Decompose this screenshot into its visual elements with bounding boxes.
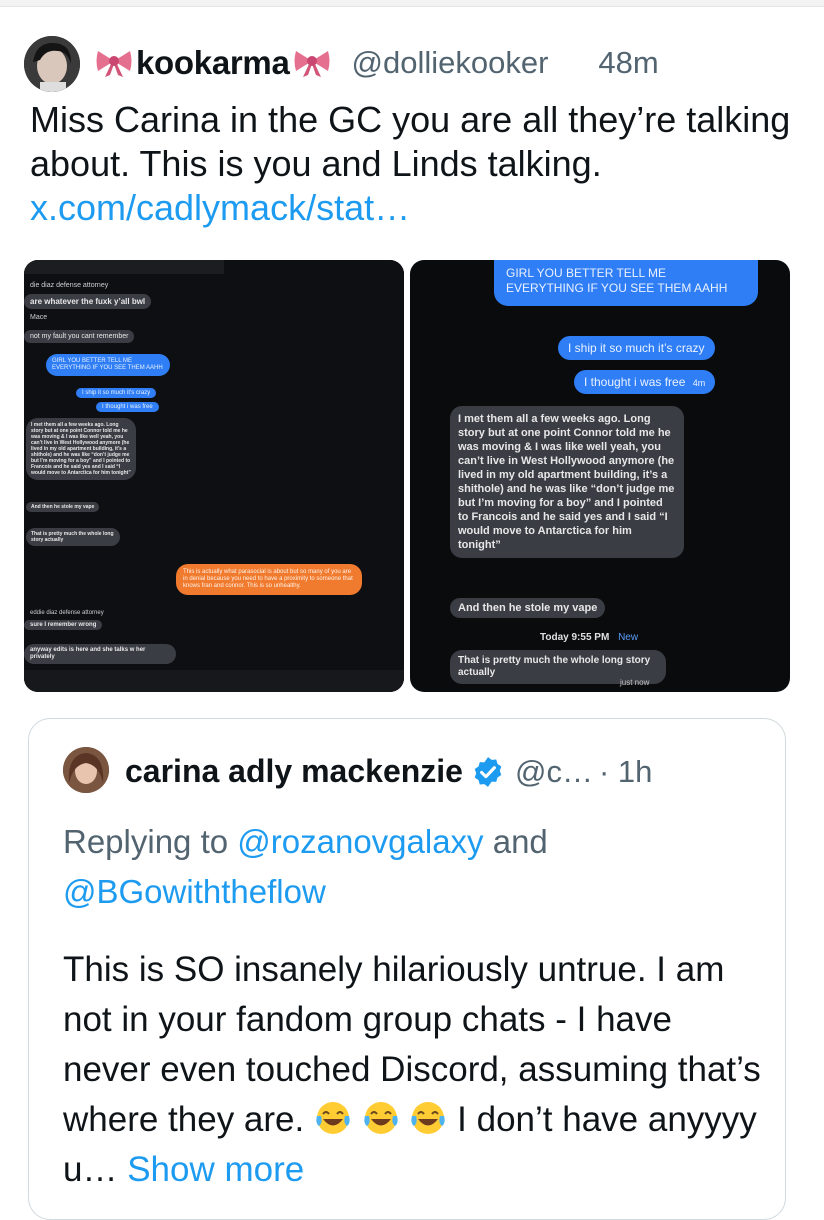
quoted-tweet[interactable]: carina adly mackenzie @c… · 1h Replying … bbox=[28, 718, 786, 1220]
chat-time-divider: Today 9:55 PM New bbox=[540, 632, 638, 643]
chat-gray-bubble-long: I met them all a few weeks ago. Long sto… bbox=[450, 406, 684, 558]
chat-just-now: just now bbox=[620, 678, 650, 687]
chat-line-3: not my fault you cant remember bbox=[24, 330, 135, 343]
divider-time: Today 9:55 PM bbox=[540, 632, 610, 643]
media-image-right[interactable]: GIRL YOU BETTER TELL ME EVERYTHING IF YO… bbox=[410, 260, 790, 692]
ribbon-bow-icon bbox=[94, 48, 134, 78]
replying-prefix: Replying to bbox=[63, 823, 238, 860]
chat-footer-2: sure I remember wrong bbox=[24, 620, 103, 630]
chat-blue-bubble-ship: I ship it so much it’s crazy bbox=[558, 336, 715, 360]
chat-gray-bubble-3: That is pretty much the whole long story… bbox=[26, 528, 120, 546]
ship-text: I ship it so much it’s crazy bbox=[568, 341, 705, 355]
free-time: 4m bbox=[692, 378, 706, 388]
chat-gray-bubble-2: And then he stole my vape bbox=[26, 502, 100, 512]
media-image-left[interactable]: die diaz defense attorney are whatever t… bbox=[24, 260, 404, 692]
quoted-display-name[interactable]: carina adly mackenzie bbox=[125, 753, 463, 790]
tears-of-joy-emoji-icon bbox=[362, 1099, 400, 1137]
author-display-name[interactable]: kookarma bbox=[136, 44, 290, 82]
media-grid: die diaz defense attorney are whatever t… bbox=[24, 260, 790, 692]
show-more-link[interactable]: Show more bbox=[127, 1150, 304, 1189]
chat-blue-bubble-3: I thought i was free bbox=[96, 402, 159, 412]
chat-header: die diaz defense attorney bbox=[30, 282, 109, 289]
mention-bgowiththeflow[interactable]: @BGowiththeflow bbox=[63, 873, 326, 910]
chat-orange-bubble: This is actually what parasocial is abou… bbox=[176, 564, 362, 595]
mention-rozanovgalaxy[interactable]: @rozanovgalaxy bbox=[237, 823, 483, 860]
chat-line-1: are whatever the fuxk y’all bwl bbox=[24, 294, 152, 309]
quoted-author-avatar[interactable] bbox=[63, 747, 109, 793]
chat-blue-bubble-free: I thought i was free 4m bbox=[574, 370, 716, 394]
replying-and: and bbox=[483, 823, 548, 860]
ribbon-bow-icon bbox=[292, 48, 332, 78]
tweet-link[interactable]: x.com/cadlymack/stat… bbox=[30, 186, 410, 230]
author-handle[interactable]: @dolliekooker bbox=[352, 45, 549, 81]
tweet-text: Miss Carina in the GC you are all they’r… bbox=[30, 99, 791, 184]
tears-of-joy-emoji-icon bbox=[409, 1099, 447, 1137]
replying-to: Replying to @rozanovgalaxy and @BGowitht… bbox=[63, 817, 763, 917]
quoted-author-row: carina adly mackenzie @c… · 1h bbox=[125, 753, 652, 790]
chat-blue-bubble-2: I ship it so much it’s crazy bbox=[76, 388, 157, 398]
tweet[interactable]: kookarma @dolliekooker 48m Miss Carina i… bbox=[0, 6, 824, 1220]
chat-line-2: Mace bbox=[30, 314, 48, 321]
chat-footer-1: eddie diaz defense attorney bbox=[30, 610, 104, 616]
post-time[interactable]: 48m bbox=[598, 45, 658, 81]
chat-gray-bubble-1: I met them all a few weeks ago. Long sto… bbox=[26, 418, 136, 480]
quoted-tweet-text: This is SO insanely hilariously untrue. … bbox=[63, 945, 763, 1195]
tears-of-joy-emoji-icon bbox=[314, 1099, 352, 1137]
chat-gray-bubble-vape: And then he stole my vape bbox=[450, 598, 606, 618]
verified-badge-icon bbox=[471, 755, 505, 789]
author-avatar[interactable] bbox=[24, 36, 80, 92]
quoted-time[interactable]: · 1h bbox=[599, 754, 652, 790]
quoted-handle[interactable]: @c… bbox=[515, 754, 593, 790]
chat-footer-3: anyway edits is here and she talks w her… bbox=[24, 644, 176, 664]
author-row: kookarma @dolliekooker 48m bbox=[92, 40, 659, 86]
divider-new: New bbox=[618, 632, 639, 643]
chat-blue-bubble-1: GIRL YOU BETTER TELL ME EVERYTHING IF YO… bbox=[46, 354, 170, 376]
chat-blue-bubble-top: GIRL YOU BETTER TELL ME EVERYTHING IF YO… bbox=[494, 260, 758, 306]
free-text: I thought i was free bbox=[584, 375, 686, 389]
